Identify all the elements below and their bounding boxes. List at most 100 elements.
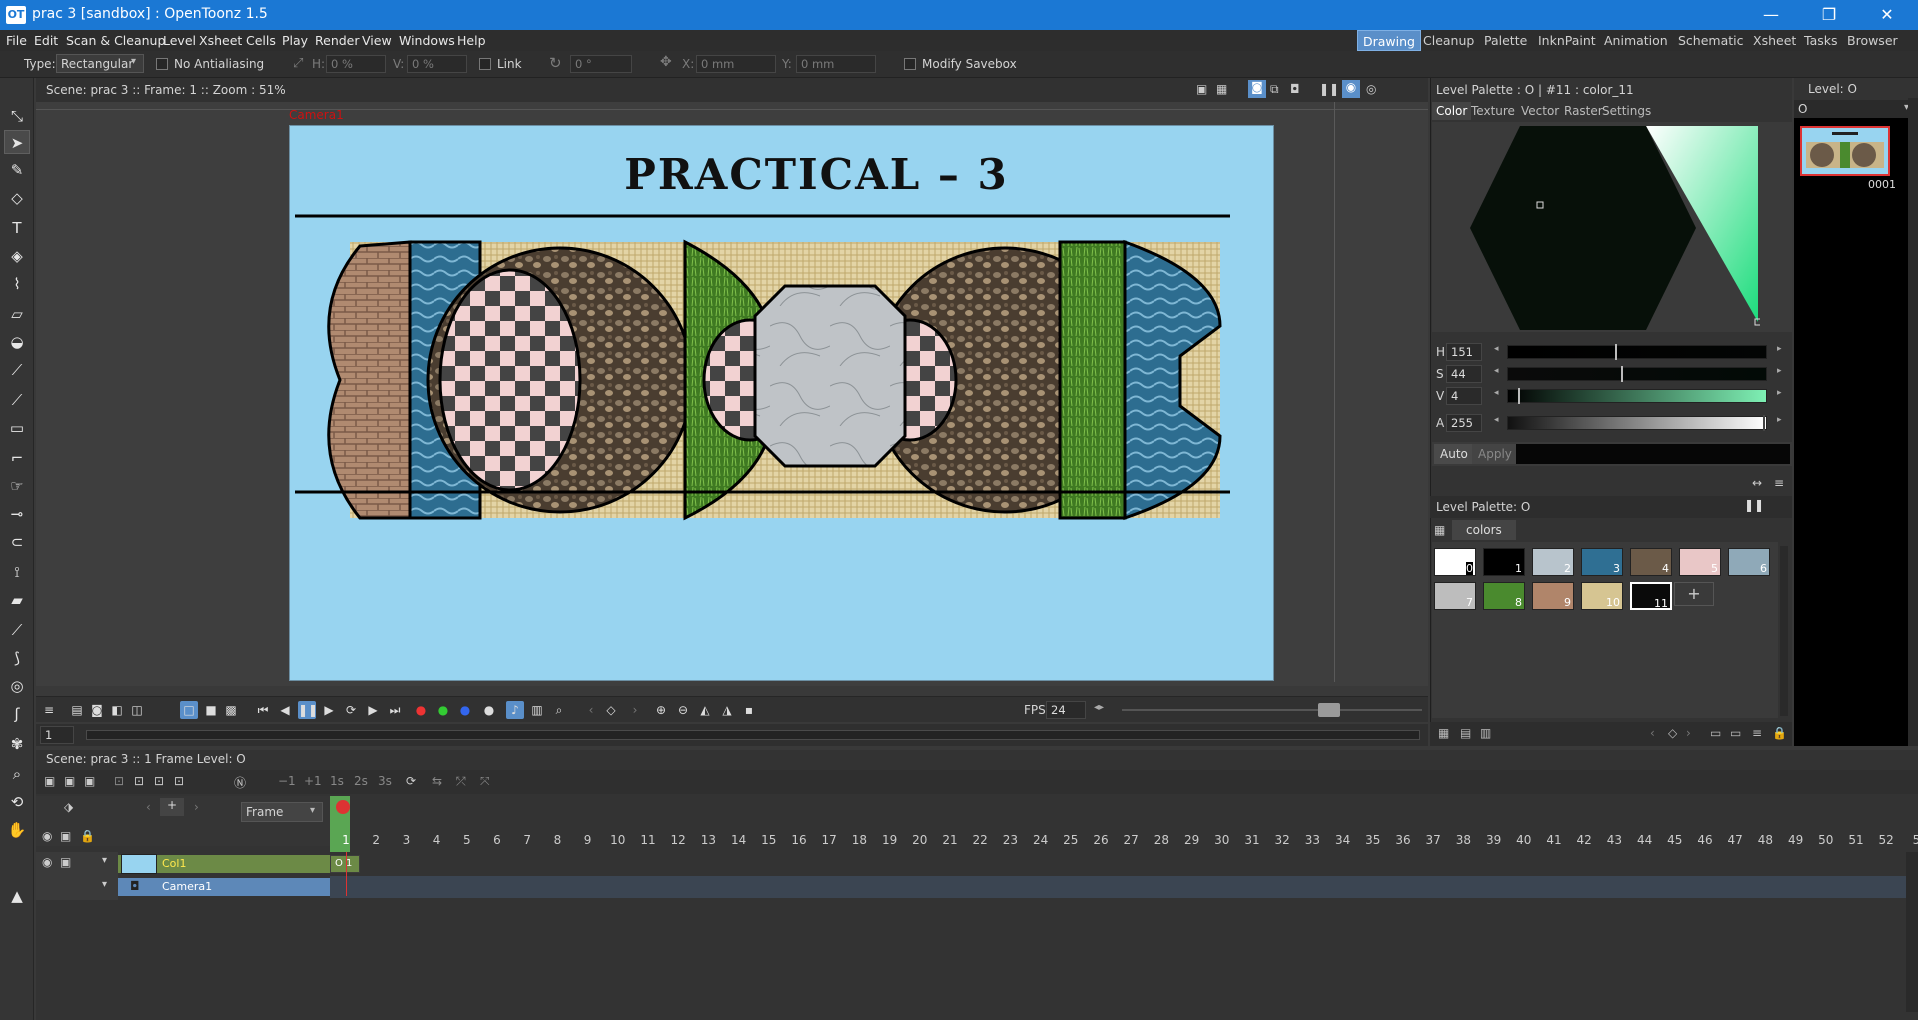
- camera-view-icon[interactable]: ◘: [1290, 82, 1300, 96]
- x-field[interactable]: 0 mm: [696, 55, 776, 73]
- saturation-field[interactable]: 44: [1446, 365, 1482, 383]
- frame-number[interactable]: 15: [754, 833, 784, 847]
- increase-step-icon[interactable]: +1: [304, 774, 322, 788]
- frame-number[interactable]: 43: [1599, 833, 1629, 847]
- frame-number[interactable]: 32: [1267, 833, 1297, 847]
- right-arrow-icon[interactable]: ▸: [1777, 344, 1782, 354]
- view-mode-icon[interactable]: ▦: [1438, 726, 1449, 740]
- room-tasks[interactable]: Tasks: [1799, 30, 1843, 51]
- tracker-icon[interactable]: ◎: [4, 674, 30, 698]
- selection-icon[interactable]: ➤: [4, 130, 30, 154]
- frame-number[interactable]: 39: [1479, 833, 1509, 847]
- saturation-slider-handle[interactable]: [1621, 366, 1623, 382]
- prev-key-icon[interactable]: ‹: [582, 701, 600, 719]
- next-key-icon[interactable]: ›: [626, 701, 644, 719]
- frame-number[interactable]: 31: [1237, 833, 1267, 847]
- level-strip-scrollbar[interactable]: [1908, 98, 1918, 746]
- hue-slider[interactable]: [1507, 344, 1767, 360]
- zoom-in-icon[interactable]: ⊕: [652, 701, 670, 719]
- new-raster-icon[interactable]: ▣: [84, 774, 95, 788]
- room-cleanup[interactable]: Cleanup: [1418, 30, 1479, 51]
- palette-style-10[interactable]: 10: [1581, 582, 1623, 610]
- flip-h-icon[interactable]: ◭: [696, 701, 714, 719]
- tab-color[interactable]: Color: [1432, 102, 1472, 120]
- column-camera[interactable]: ◘ Camera1: [118, 878, 330, 896]
- menu-render[interactable]: Render: [315, 33, 360, 48]
- eraser-icon[interactable]: ▱: [4, 302, 30, 326]
- menu-icon[interactable]: ≡: [40, 701, 58, 719]
- next-frame-icon[interactable]: ▶: [364, 701, 382, 719]
- save-icon[interactable]: ▤: [68, 701, 86, 719]
- compare-icon[interactable]: ◧: [108, 701, 126, 719]
- hook-icon[interactable]: ʃ: [4, 702, 30, 726]
- zoom-out-icon[interactable]: ⊖: [674, 701, 692, 719]
- key-icon[interactable]: ◇: [602, 701, 620, 719]
- palette-style-11[interactable]: 11: [1630, 582, 1672, 610]
- step-2-icon[interactable]: 2s: [354, 774, 368, 788]
- onion-skin-marker[interactable]: [336, 800, 350, 814]
- chevron-down-icon[interactable]: ▾: [102, 855, 107, 866]
- alpha-field[interactable]: 255: [1446, 414, 1482, 432]
- palette-page-tab[interactable]: colors: [1452, 520, 1516, 540]
- red-channel-icon[interactable]: ●: [412, 701, 430, 719]
- geometric-icon[interactable]: ◇: [4, 186, 30, 210]
- rotate-view-icon[interactable]: ⟲: [4, 790, 30, 814]
- palette-style-2[interactable]: 2: [1532, 548, 1574, 576]
- frame-number[interactable]: 27: [1116, 833, 1146, 847]
- palette-style-6[interactable]: 6: [1728, 548, 1770, 576]
- new-page-tab-icon[interactable]: ▭: [1730, 726, 1741, 740]
- frame-number[interactable]: 44: [1630, 833, 1660, 847]
- random-icon[interactable]: ⤱: [456, 774, 466, 789]
- room-palette[interactable]: Palette: [1479, 30, 1532, 51]
- right-arrow-icon[interactable]: ▸: [1777, 388, 1782, 398]
- frame-number[interactable]: 8: [542, 833, 572, 847]
- reverse-icon[interactable]: ⟳: [406, 774, 416, 788]
- xsheet-cell[interactable]: O 1: [330, 855, 360, 873]
- room-inknpaint[interactable]: InknPaint: [1533, 30, 1601, 51]
- menu-view[interactable]: View: [362, 33, 392, 48]
- prev-frame-icon[interactable]: ◀: [276, 701, 294, 719]
- frame-number[interactable]: 29: [1177, 833, 1207, 847]
- frame-number[interactable]: 14: [724, 833, 754, 847]
- menu-edit[interactable]: Edit: [34, 33, 58, 48]
- freeze-palette-icon[interactable]: ❚❚: [1744, 498, 1764, 512]
- lock-icon[interactable]: 🔒: [80, 829, 95, 843]
- sub-camera-preview-icon[interactable]: ◎: [1366, 82, 1376, 96]
- hue-slider-handle[interactable]: [1615, 344, 1617, 360]
- cutter-icon[interactable]: ⟋: [4, 618, 30, 642]
- step-3-icon[interactable]: 3s: [378, 774, 392, 788]
- frame-number[interactable]: 11: [633, 833, 663, 847]
- frame-number[interactable]: 41: [1539, 833, 1569, 847]
- left-arrow-icon[interactable]: ◂: [1494, 366, 1499, 376]
- new-vector-level-icon[interactable]: ▣: [44, 774, 55, 788]
- frame-number[interactable]: 16: [784, 833, 814, 847]
- frame-number[interactable]: 10: [603, 833, 633, 847]
- new-page-icon[interactable]: ▤: [1460, 726, 1471, 740]
- frame-number[interactable]: 19: [875, 833, 905, 847]
- left-arrow-icon[interactable]: ◂: [1494, 415, 1499, 425]
- palette-style-3[interactable]: 3: [1581, 548, 1623, 576]
- fps-stepper-icon[interactable]: ◂▸: [1094, 702, 1104, 713]
- restore-button[interactable]: ❐: [1800, 0, 1858, 30]
- fps-slider-handle[interactable]: [1318, 703, 1340, 717]
- locator-icon[interactable]: ⌕: [550, 701, 568, 719]
- saturation-slider[interactable]: [1507, 366, 1767, 382]
- menu-xsheet[interactable]: Xsheet: [199, 33, 242, 48]
- chevron-down-icon[interactable]: ▾: [102, 879, 107, 890]
- next-icon[interactable]: ›: [194, 800, 199, 814]
- modify-savebox-checkbox[interactable]: [904, 58, 916, 70]
- palette-menu-icon[interactable]: ≡: [1752, 726, 1762, 740]
- frame-number[interactable]: 24: [1026, 833, 1056, 847]
- palette-style-1[interactable]: 1: [1483, 548, 1525, 576]
- frame-number[interactable]: 6: [482, 833, 512, 847]
- skeleton-icon[interactable]: ⟆: [4, 646, 30, 670]
- left-arrow-icon[interactable]: ◂: [1494, 344, 1499, 354]
- toggle-orientation-icon[interactable]: ⬗: [64, 800, 73, 814]
- alpha-slider[interactable]: [1507, 415, 1767, 431]
- preview-icon[interactable]: ◉: [1342, 80, 1360, 98]
- palette-style-7[interactable]: 7: [1434, 582, 1476, 610]
- room-xsheet[interactable]: Xsheet: [1748, 30, 1801, 51]
- frame-number[interactable]: 52: [1871, 833, 1901, 847]
- palette-style-5[interactable]: 5: [1679, 548, 1721, 576]
- black-bg-icon[interactable]: ■: [202, 701, 220, 719]
